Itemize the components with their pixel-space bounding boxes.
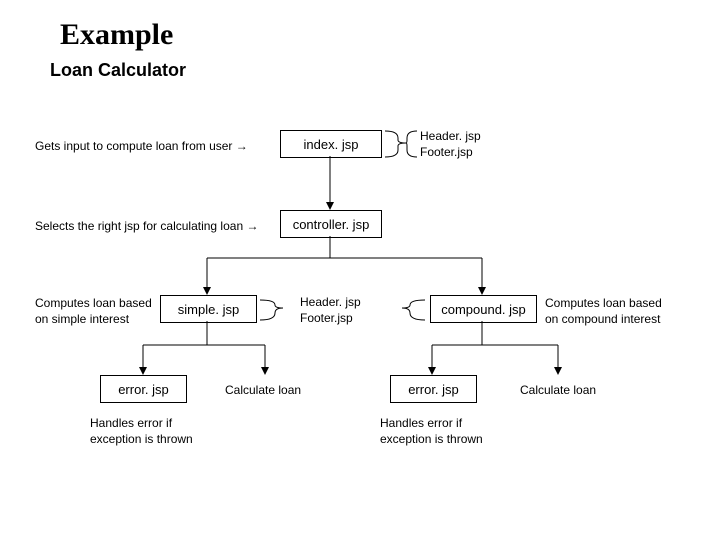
label-calculate-left: Calculate loan [225, 382, 301, 398]
box-error-right: error. jsp [390, 375, 477, 403]
note-compound-interest: Computes loan based on compound interest [545, 295, 662, 327]
note-error-right: Handles error if exception is thrown [380, 415, 483, 447]
box-error-left: error. jsp [100, 375, 187, 403]
diagram-connectors [0, 0, 720, 540]
note-selects: Selects the right jsp for calculating lo… [35, 218, 258, 234]
label-calculate-right: Calculate loan [520, 382, 596, 398]
box-simple: simple. jsp [160, 295, 257, 323]
note-headerfooter-top: Header. jsp Footer.jsp [420, 128, 481, 160]
note-inputs: Gets input to compute loan from user → [35, 138, 248, 154]
page-subtitle: Loan Calculator [50, 60, 186, 81]
box-controller: controller. jsp [280, 210, 382, 238]
box-index: index. jsp [280, 130, 382, 158]
note-headerfooter-mid: Header. jsp Footer.jsp [300, 294, 361, 326]
page-title: Example [60, 18, 173, 52]
note-simple-interest: Computes loan based on simple interest [35, 295, 152, 327]
box-compound: compound. jsp [430, 295, 537, 323]
note-error-left: Handles error if exception is thrown [90, 415, 193, 447]
